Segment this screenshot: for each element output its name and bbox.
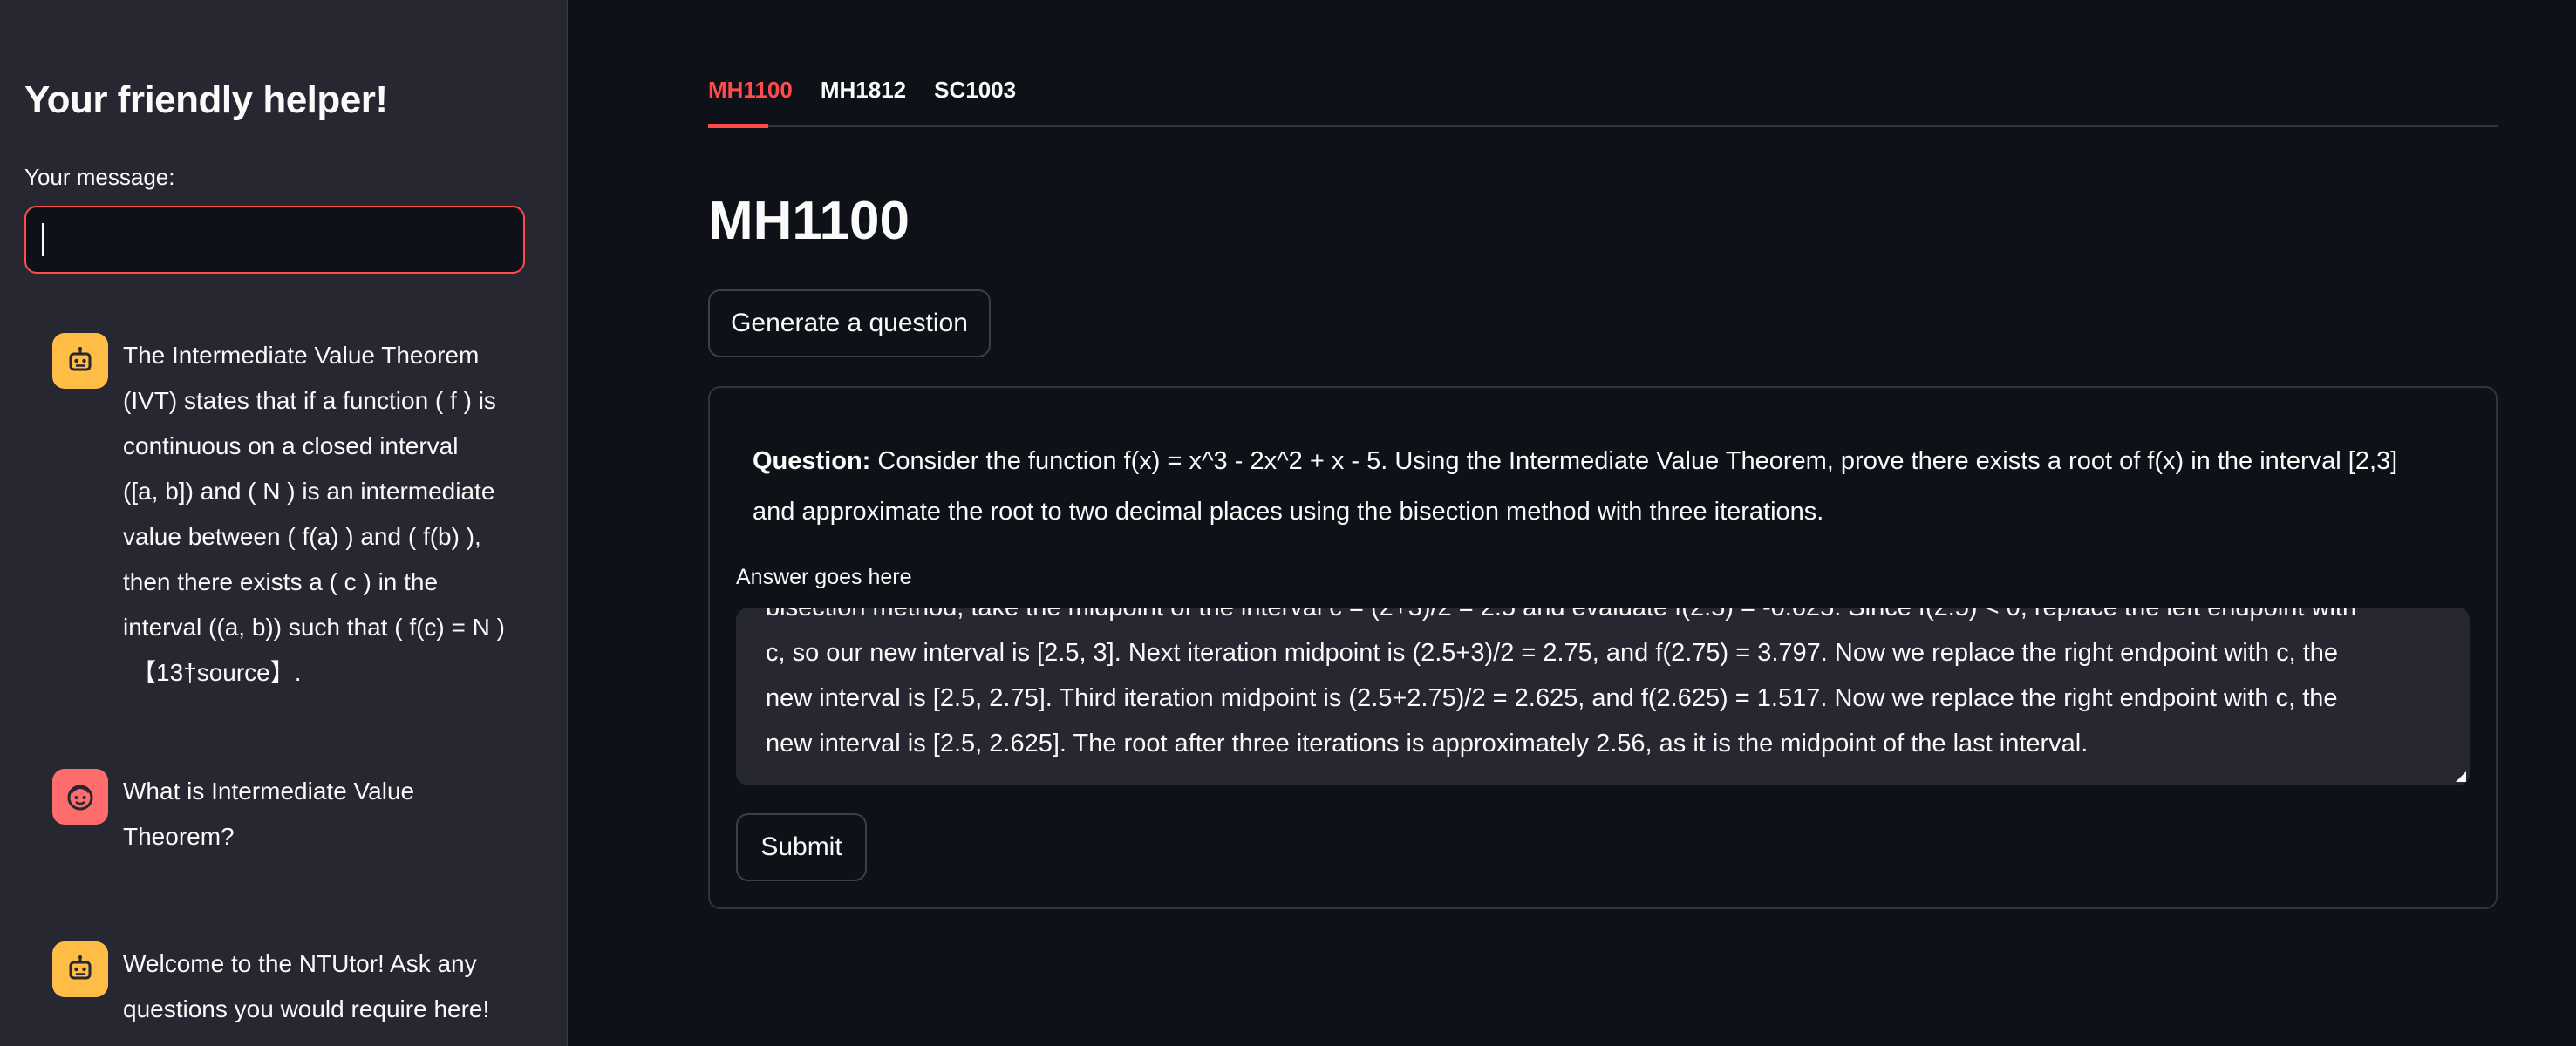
message-line: Theorem? bbox=[123, 823, 235, 850]
message-input[interactable] bbox=[24, 206, 525, 274]
answer-textarea[interactable]: bisection method, take the midpoint of t… bbox=[736, 608, 2470, 785]
answer-label: Answer goes here bbox=[736, 565, 912, 589]
submit-button[interactable]: Submit bbox=[736, 813, 867, 881]
answer-text: bisection method, take the midpoint of t… bbox=[766, 608, 2449, 766]
message-line: The Intermediate Value Theorem bbox=[123, 342, 480, 369]
message-line: then there exists a ( c ) in the bbox=[123, 568, 439, 595]
message-line: continuous on a closed interval bbox=[123, 432, 459, 459]
chat-message-text: The Intermediate Value Theorem (IVT) sta… bbox=[123, 333, 542, 696]
answer-line: bisection method, take the midpoint of t… bbox=[766, 608, 2357, 621]
face-icon bbox=[67, 784, 93, 811]
answer-line: c, so our new interval is [2.5, 3]. Next… bbox=[766, 639, 2339, 667]
avatar bbox=[52, 941, 108, 997]
message-line: 【13†source】. bbox=[132, 659, 302, 686]
robot-icon bbox=[69, 955, 92, 980]
question-line: Question: Consider the function f(x) = x… bbox=[753, 436, 2462, 486]
message-line: What is Intermediate Value bbox=[123, 778, 415, 805]
resize-handle-icon[interactable] bbox=[2456, 771, 2466, 782]
tab-sc1003[interactable]: SC1003 bbox=[934, 77, 1016, 104]
sidebar: Your friendly helper! Your message: The … bbox=[0, 0, 568, 1046]
chat-message-text: What is Intermediate Value Theorem? bbox=[123, 769, 542, 859]
message-line: (IVT) states that if a function ( f ) is bbox=[123, 387, 496, 414]
message-line: interval ((a, b)) such that ( f(c) = N ) bbox=[123, 614, 505, 641]
app-root: Your friendly helper! Your message: The … bbox=[0, 0, 2576, 1046]
sidebar-title: Your friendly helper! bbox=[24, 78, 388, 121]
message-line: Welcome to the NTUtor! Ask any bbox=[123, 950, 477, 977]
course-tabs: MH1100 MH1812 SC1003 bbox=[708, 77, 1016, 104]
avatar bbox=[52, 333, 108, 389]
message-line: ([a, b]) and ( N ) is an intermediate bbox=[123, 478, 495, 505]
page-title: MH1100 bbox=[708, 191, 910, 251]
question-text: Question: Consider the function f(x) = x… bbox=[753, 436, 2462, 537]
text-cursor bbox=[42, 223, 44, 256]
message-line: questions you would require here! bbox=[123, 995, 490, 1022]
answer-line: new interval is [2.5, 2.625]. The root a… bbox=[766, 730, 2089, 757]
question-line: and approximate the root to two decimal … bbox=[753, 498, 1824, 526]
tab-mh1812[interactable]: MH1812 bbox=[821, 77, 906, 104]
robot-icon bbox=[69, 347, 92, 371]
generate-question-button[interactable]: Generate a question bbox=[708, 289, 991, 357]
message-input-label: Your message: bbox=[24, 164, 175, 190]
chat-message-text: Welcome to the NTUtor! Ask any questions… bbox=[123, 941, 542, 1032]
question-body: Consider the function f(x) = x^3 - 2x^2 … bbox=[877, 447, 2398, 475]
tab-mh1100[interactable]: MH1100 bbox=[708, 77, 793, 104]
active-tab-indicator bbox=[708, 124, 768, 128]
message-line: value between ( f(a) ) and ( f(b) ), bbox=[123, 523, 481, 550]
tab-divider bbox=[708, 125, 2498, 127]
question-prefix: Question: bbox=[753, 447, 871, 475]
answer-line: new interval is [2.5, 2.75]. Third itera… bbox=[766, 684, 2338, 712]
avatar bbox=[52, 769, 108, 825]
